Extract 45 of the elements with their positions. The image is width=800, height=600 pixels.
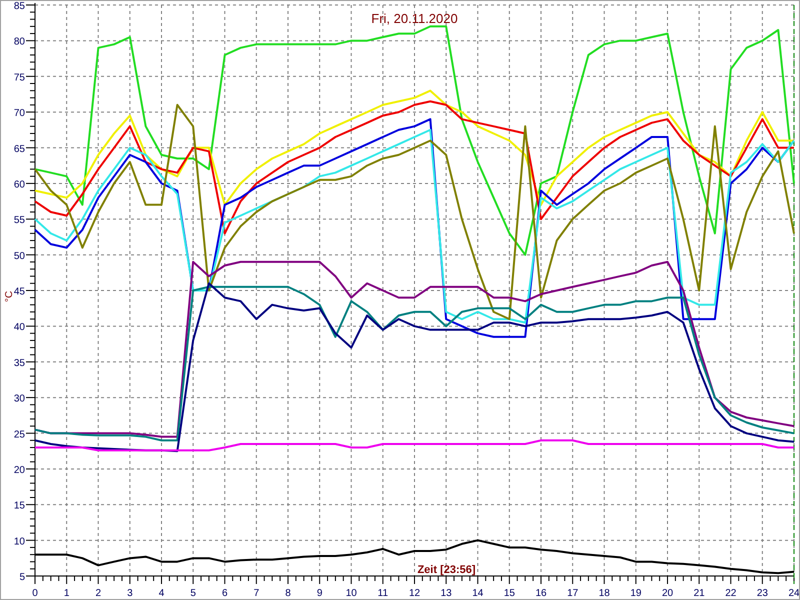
axis-tick-label: 65 <box>14 144 25 155</box>
axis-tick-label: 5 <box>19 572 25 583</box>
axis-tick-label: 40 <box>14 322 25 334</box>
axis-tick-label: 10 <box>14 536 25 548</box>
axis-title: Zeit [23:56] <box>417 564 476 576</box>
axis-tick-label: 21 <box>694 588 705 599</box>
axis-tick-label: 50 <box>14 250 25 262</box>
axis-tick-label: 22 <box>725 588 736 599</box>
axis-tick-label: 10 <box>346 588 357 599</box>
axis-tick-label: 4 <box>158 588 164 599</box>
axis-tick-label: 0 <box>32 588 38 599</box>
axis-tick-label: 24 <box>788 588 799 599</box>
chart-title: Fri, 20.11.2020 <box>371 11 458 26</box>
axis-tick-label: 7 <box>254 588 260 599</box>
axis-tick-label: 20 <box>662 588 674 599</box>
axis-tick-label: 14 <box>472 588 484 599</box>
axis-tick-label: 1 <box>64 588 70 599</box>
axis-title: °C <box>4 290 15 302</box>
axis-tick-label: 20 <box>14 464 25 476</box>
axis-tick-label: 11 <box>378 588 388 599</box>
axis-tick-label: 80 <box>14 36 25 48</box>
axis-tick-label: 6 <box>222 588 228 599</box>
axis-tick-label: 70 <box>14 108 25 120</box>
axis-tick-label: 75 <box>14 72 25 84</box>
axis-tick-label: 15 <box>14 500 25 512</box>
axis-tick-label: 18 <box>598 588 610 599</box>
axis-tick-label: 13 <box>440 588 452 599</box>
axis-tick-label: 23 <box>756 588 768 599</box>
axis-tick-label: 45 <box>14 286 25 298</box>
axis-tick-label: 60 <box>14 179 25 190</box>
axis-tick-label: 9 <box>316 588 322 599</box>
axis-tick-label: 8 <box>285 588 291 599</box>
axis-tick-label: 17 <box>567 588 578 599</box>
axis-tick-label: 55 <box>14 215 25 226</box>
axis-tick-label: 5 <box>190 588 196 599</box>
axis-tick-label: 85 <box>14 1 25 12</box>
axis-tick-label: 3 <box>127 588 133 599</box>
axis-tick-label: 2 <box>95 588 102 599</box>
axis-tick-label: 25 <box>14 429 25 440</box>
axis-tick-label: 12 <box>408 588 420 599</box>
axis-tick-label: 35 <box>14 358 25 369</box>
axis-tick-label: 15 <box>504 588 515 599</box>
axis-tick-label: 16 <box>535 588 547 599</box>
axis-tick-label: 19 <box>630 588 642 599</box>
axis-tick-label: 30 <box>14 394 25 405</box>
